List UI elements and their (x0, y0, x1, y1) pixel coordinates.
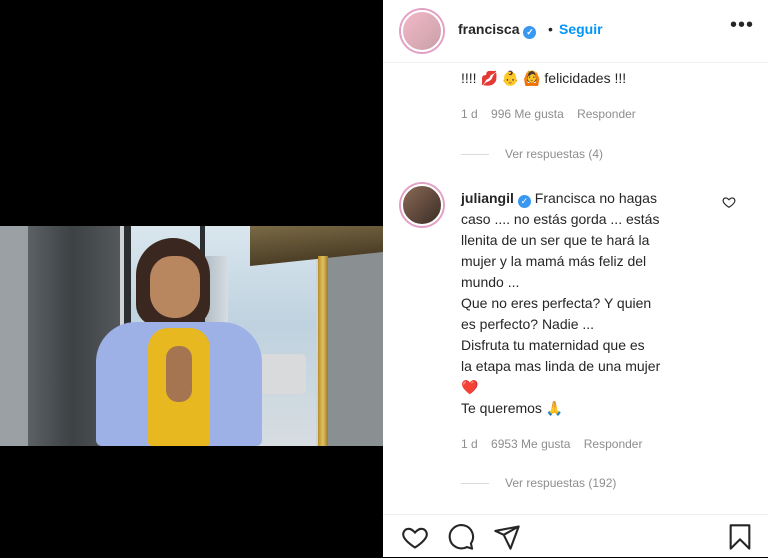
comment-1-likes[interactable]: 996 Me gusta (491, 107, 564, 121)
comment-2-body: juliangil ✓ Francisca no hagas caso .... … (461, 188, 731, 419)
more-options-icon[interactable]: ••• (730, 14, 754, 37)
video-right-panel (328, 246, 383, 446)
comment-1-view-replies[interactable]: Ver respuestas (4) (461, 147, 603, 161)
person-face (150, 256, 200, 318)
comment-2-line-0: juliangil ✓ Francisca no hagas (461, 188, 731, 209)
verified-badge-icon: ✓ (517, 195, 531, 208)
video-frame[interactable] (0, 226, 383, 446)
video-person (84, 238, 274, 446)
comment-1-time[interactable]: 1 d (461, 107, 478, 121)
comment-2-likes[interactable]: 6953 Me gusta (491, 437, 570, 451)
comment-2-line-8: la etapa mas linda de una mujer (461, 358, 661, 374)
post-media[interactable] (0, 0, 383, 557)
share-icon[interactable] (493, 523, 521, 551)
post-sidebar: francisca ✓ • Seguir ••• !!!! 💋 👶 🙆 felic… (383, 0, 768, 557)
comment-2-line-9: ❤️ (461, 379, 479, 395)
comment-2-line-6: es perfecto? Nadie ... (461, 316, 595, 332)
comment-2-line-10: Te queremos 🙏 (461, 400, 564, 416)
video-wall-left (0, 226, 28, 446)
comment-2-username[interactable]: juliangil (461, 190, 514, 206)
comment-2-view-replies-label[interactable]: Ver respuestas (192) (505, 476, 616, 490)
comment-2-line-4: mundo ... (461, 274, 520, 290)
author-username-text[interactable]: francisca (458, 21, 519, 37)
comment-1-reply-button[interactable]: Responder (577, 107, 636, 121)
person-hands (166, 346, 192, 402)
comment-2-reply-button[interactable]: Responder (584, 437, 643, 451)
post-action-bar (383, 514, 768, 558)
bookmark-icon[interactable] (726, 523, 754, 551)
comment-2-text-0: Francisca no hagas (534, 190, 657, 206)
view-replies-line (461, 154, 489, 156)
author-avatar[interactable] (401, 10, 443, 52)
video-pole (318, 256, 328, 446)
comment-2-line-3: mujer y la mamá más feliz del (461, 253, 647, 269)
comment-icon[interactable] (447, 523, 475, 551)
comment-2-line-7: Disfruta tu maternidad que es (461, 337, 645, 353)
instagram-post-view: francisca ✓ • Seguir ••• !!!! 💋 👶 🙆 felic… (0, 0, 768, 557)
commenter-avatar[interactable] (401, 184, 443, 226)
comment-2-line-5: Que no eres perfecta? Y quien (461, 295, 652, 311)
comment-2-view-replies[interactable]: Ver respuestas (192) (461, 476, 616, 490)
comment-2-line-2: llenita de un ser que te hará la (461, 232, 650, 248)
comment-1-text: !!!! 💋 👶 🙆 felicidades !!! (461, 70, 627, 86)
comment-2-line-1: caso .... no estás gorda ... estás (461, 211, 660, 227)
view-replies-line (461, 483, 489, 485)
post-header: francisca ✓ • Seguir ••• (383, 0, 768, 63)
comment-2-meta: 1 d 6953 Me gusta Responder (461, 437, 652, 451)
separator-dot: • (548, 21, 553, 37)
comment-1-meta: 1 d 996 Me gusta Responder (461, 107, 646, 121)
heart-icon[interactable] (401, 523, 429, 551)
author-username[interactable]: francisca ✓ (458, 21, 537, 39)
comment-1-view-replies-label[interactable]: Ver respuestas (4) (505, 147, 603, 161)
comment-2-time[interactable]: 1 d (461, 437, 478, 451)
comment-like-heart-icon[interactable] (722, 195, 736, 209)
verified-badge-icon: ✓ (523, 26, 537, 39)
follow-button[interactable]: Seguir (559, 21, 603, 37)
